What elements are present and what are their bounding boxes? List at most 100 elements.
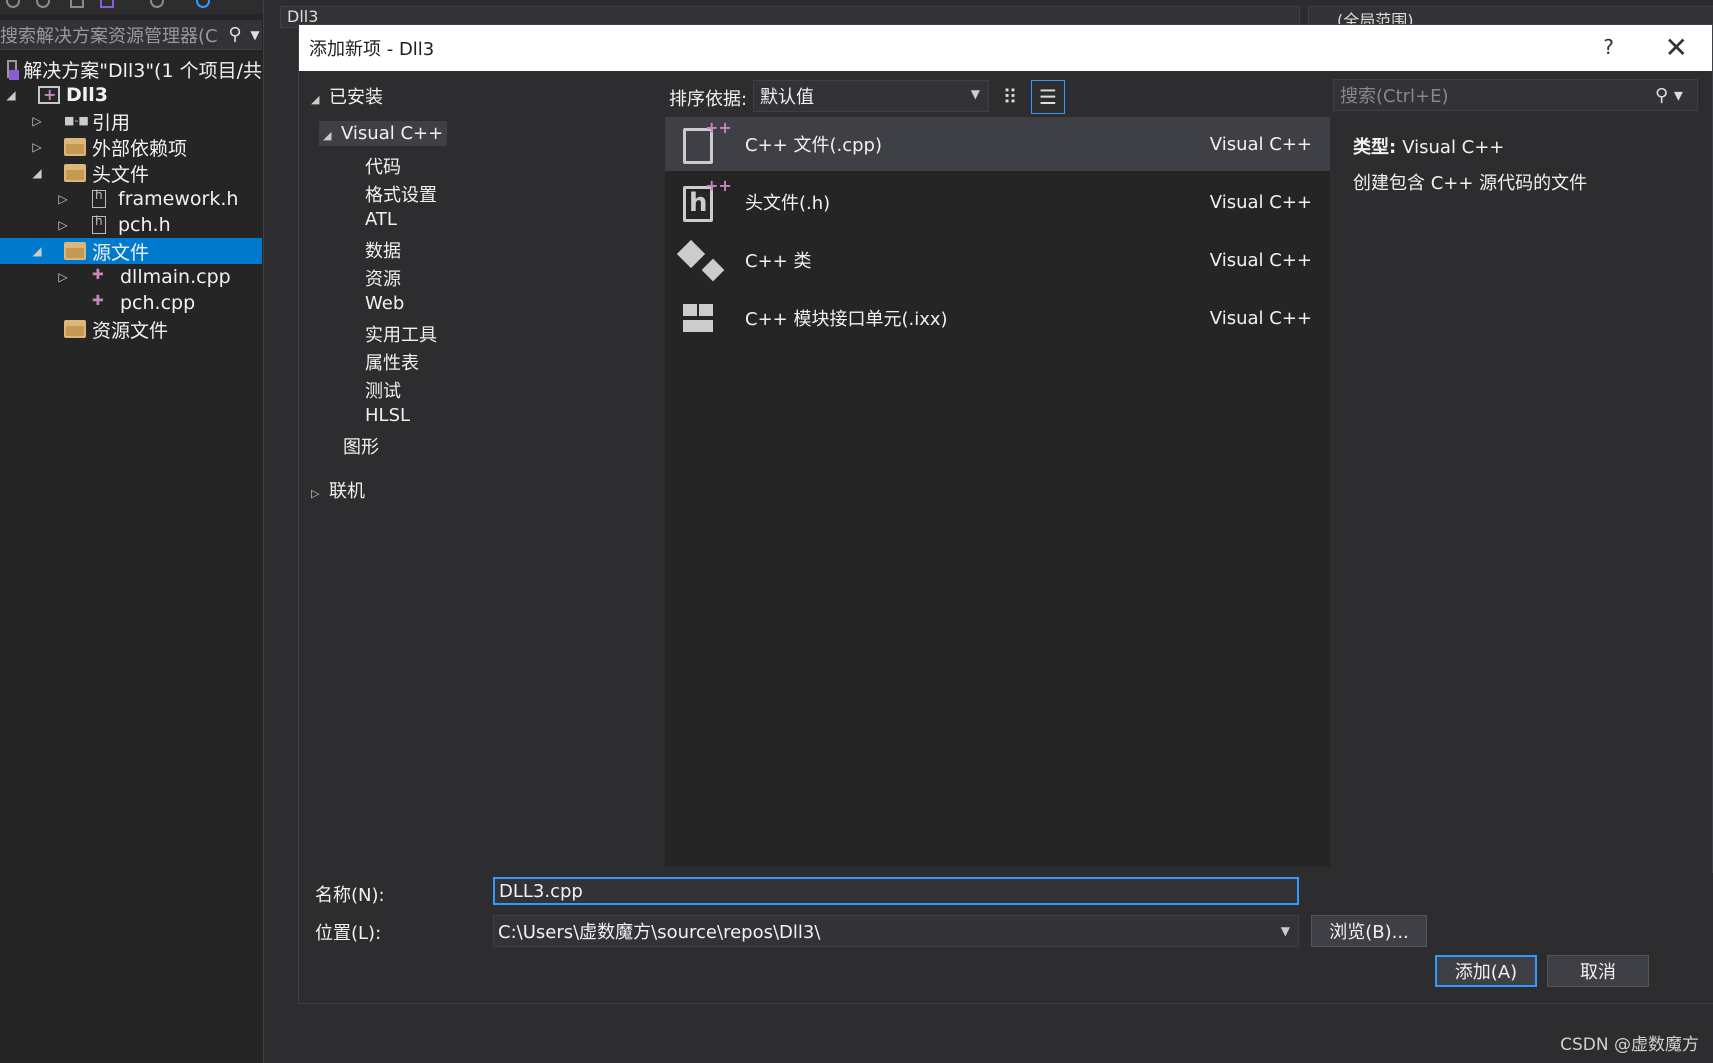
expand-icon[interactable]: ▷ bbox=[56, 192, 70, 206]
expand-icon[interactable]: ▷ bbox=[30, 140, 44, 154]
category-label: 已安装 bbox=[329, 87, 383, 108]
category-graphics[interactable]: 图形 bbox=[343, 433, 379, 459]
description-type-label: 类型: bbox=[1353, 137, 1397, 158]
header-file-icon bbox=[92, 188, 106, 208]
sync-icon[interactable] bbox=[196, 0, 210, 8]
project-icon bbox=[38, 85, 60, 104]
name-input[interactable]: DLL3.cpp bbox=[493, 877, 1299, 905]
tree-item-header-files[interactable]: ◢ 头文件 bbox=[0, 160, 262, 186]
category-label: Visual C++ bbox=[341, 123, 444, 144]
description-type: 类型: Visual C++ bbox=[1353, 133, 1504, 159]
collapse-icon[interactable]: ◢ bbox=[311, 93, 329, 106]
header-file-icon bbox=[92, 214, 106, 234]
tree-item-label: dllmain.cpp bbox=[120, 266, 231, 288]
solution-explorer-toolbar bbox=[0, 0, 263, 14]
tree-item-pch-h[interactable]: ▷ pch.h bbox=[0, 212, 262, 238]
cpp-file-icon bbox=[92, 267, 114, 286]
tree-item-project[interactable]: ◢ Dll3 bbox=[0, 82, 262, 108]
expand-icon[interactable]: ▷ bbox=[30, 114, 44, 128]
category-label: Web bbox=[365, 293, 405, 314]
watermark: CSDN @虚数魔方 bbox=[1560, 1035, 1699, 1055]
location-combo-value: C:\Users\虚数魔方\source\repos\Dll3\ bbox=[498, 922, 821, 943]
location-combo[interactable]: C:\Users\虚数魔方\source\repos\Dll3\ ▼ bbox=[493, 915, 1299, 947]
collapse-icon[interactable]: ◢ bbox=[30, 244, 44, 258]
class-template-icon bbox=[676, 238, 729, 282]
tree-item-framework-h[interactable]: ▷ framework.h bbox=[0, 186, 262, 212]
grid-view-icon: ⠿ bbox=[1002, 85, 1018, 109]
search-icon[interactable]: ⚲ ▾ bbox=[1655, 85, 1697, 106]
expand-icon[interactable]: ▷ bbox=[56, 270, 70, 284]
tree-item-label: Dll3 bbox=[66, 84, 109, 106]
tree-item-label: 资源文件 bbox=[92, 319, 169, 342]
category-test[interactable]: 测试 bbox=[365, 377, 401, 403]
tree-item-source-files[interactable]: ◢ 源文件 bbox=[0, 238, 262, 264]
solution-search-box[interactable]: 搜索解决方案资源管理器(C ⚲ ▼ bbox=[0, 20, 262, 50]
header-file-template-icon: h ++ bbox=[679, 176, 732, 224]
search-icon[interactable]: ⚲ bbox=[222, 24, 248, 45]
tree-item-label: 源文件 bbox=[92, 241, 150, 264]
tree-item-label: 头文件 bbox=[92, 163, 150, 186]
expand-icon[interactable]: ▷ bbox=[56, 218, 70, 232]
help-icon[interactable]: ? bbox=[1603, 35, 1614, 59]
tree-item-pch-cpp[interactable]: pch.cpp bbox=[0, 290, 262, 316]
category-resource[interactable]: 资源 bbox=[365, 265, 401, 291]
template-search-input[interactable]: 搜索(Ctrl+E) bbox=[1340, 82, 1655, 108]
collapse-icon[interactable]: ◢ bbox=[4, 88, 18, 102]
references-icon bbox=[64, 112, 89, 130]
list-view-button[interactable]: ☰ bbox=[1031, 80, 1065, 114]
back-icon[interactable] bbox=[6, 0, 20, 8]
pending-changes-icon[interactable] bbox=[150, 0, 164, 8]
category-formatting[interactable]: 格式设置 bbox=[365, 181, 437, 207]
category-visual-cpp[interactable]: ◢ Visual C++ bbox=[319, 121, 448, 146]
grid-view-button[interactable]: ⠿ bbox=[993, 80, 1027, 114]
home-icon[interactable] bbox=[70, 0, 84, 8]
tree-item-solution[interactable]: 解决方案"Dll3"(1 个项目/共 bbox=[0, 56, 262, 82]
chevron-down-icon: ▼ bbox=[970, 87, 980, 101]
template-name: C++ 类 bbox=[745, 251, 812, 272]
folder-icon bbox=[64, 320, 86, 338]
cancel-button[interactable]: 取消 bbox=[1547, 955, 1649, 987]
category-data[interactable]: 数据 bbox=[365, 237, 401, 263]
folder-icon bbox=[64, 138, 86, 156]
location-label: 位置(L): bbox=[315, 923, 382, 944]
tree-item-external-deps[interactable]: ▷ 外部依赖项 bbox=[0, 134, 262, 160]
chevron-down-icon[interactable]: ▼ bbox=[248, 28, 262, 42]
category-property-sheets[interactable]: 属性表 bbox=[365, 349, 419, 375]
template-item-cpp-class[interactable]: C++ 类 Visual C++ bbox=[665, 233, 1330, 287]
category-utility[interactable]: 实用工具 bbox=[365, 321, 437, 347]
browse-button[interactable]: 浏览(B)... bbox=[1311, 915, 1427, 947]
expand-icon[interactable]: ▷ bbox=[311, 487, 329, 500]
module-template-icon bbox=[679, 296, 729, 340]
close-icon[interactable]: ✕ bbox=[1665, 31, 1688, 64]
template-item-cpp-file[interactable]: ++ C++ 文件(.cpp) Visual C++ bbox=[665, 117, 1330, 171]
switch-views-icon[interactable] bbox=[100, 0, 114, 8]
category-label: 格式设置 bbox=[365, 185, 437, 206]
category-installed[interactable]: ◢ 已安装 bbox=[311, 83, 383, 109]
tree-item-resource-files[interactable]: 资源文件 bbox=[0, 316, 262, 342]
category-label: 实用工具 bbox=[365, 325, 437, 346]
add-button[interactable]: 添加(A) bbox=[1435, 955, 1537, 987]
collapse-icon[interactable]: ◢ bbox=[30, 166, 44, 180]
category-label: 联机 bbox=[329, 481, 365, 502]
forward-icon[interactable] bbox=[36, 0, 50, 8]
collapse-icon[interactable]: ◢ bbox=[323, 129, 341, 142]
sort-label: 排序依据: bbox=[669, 89, 748, 110]
category-web[interactable]: Web bbox=[365, 293, 404, 314]
category-atl[interactable]: ATL bbox=[365, 209, 397, 230]
category-code[interactable]: 代码 bbox=[365, 153, 401, 179]
name-label: 名称(N): bbox=[315, 885, 385, 906]
chevron-down-icon[interactable]: ▼ bbox=[1281, 924, 1290, 938]
category-online[interactable]: ▷ 联机 bbox=[311, 477, 365, 503]
template-item-header-file[interactable]: h ++ 头文件(.h) Visual C++ bbox=[665, 175, 1330, 229]
tree-item-label: pch.cpp bbox=[120, 292, 196, 314]
sort-combo[interactable]: 默认值 ▼ bbox=[753, 80, 989, 112]
template-language: Visual C++ bbox=[1209, 133, 1312, 155]
template-search-box[interactable]: 搜索(Ctrl+E) ⚲ ▾ bbox=[1333, 79, 1698, 111]
category-hlsl[interactable]: HLSL bbox=[365, 405, 410, 426]
tree-item-dllmain-cpp[interactable]: ▷ dllmain.cpp bbox=[0, 264, 262, 290]
solution-search-input[interactable]: 搜索解决方案资源管理器(C bbox=[0, 22, 222, 48]
cpp-file-icon bbox=[92, 293, 114, 312]
tree-item-references[interactable]: ▷ 引用 bbox=[0, 108, 262, 134]
list-view-icon: ☰ bbox=[1039, 85, 1057, 109]
template-item-cpp-module[interactable]: C++ 模块接口单元(.ixx) Visual C++ bbox=[665, 291, 1330, 345]
